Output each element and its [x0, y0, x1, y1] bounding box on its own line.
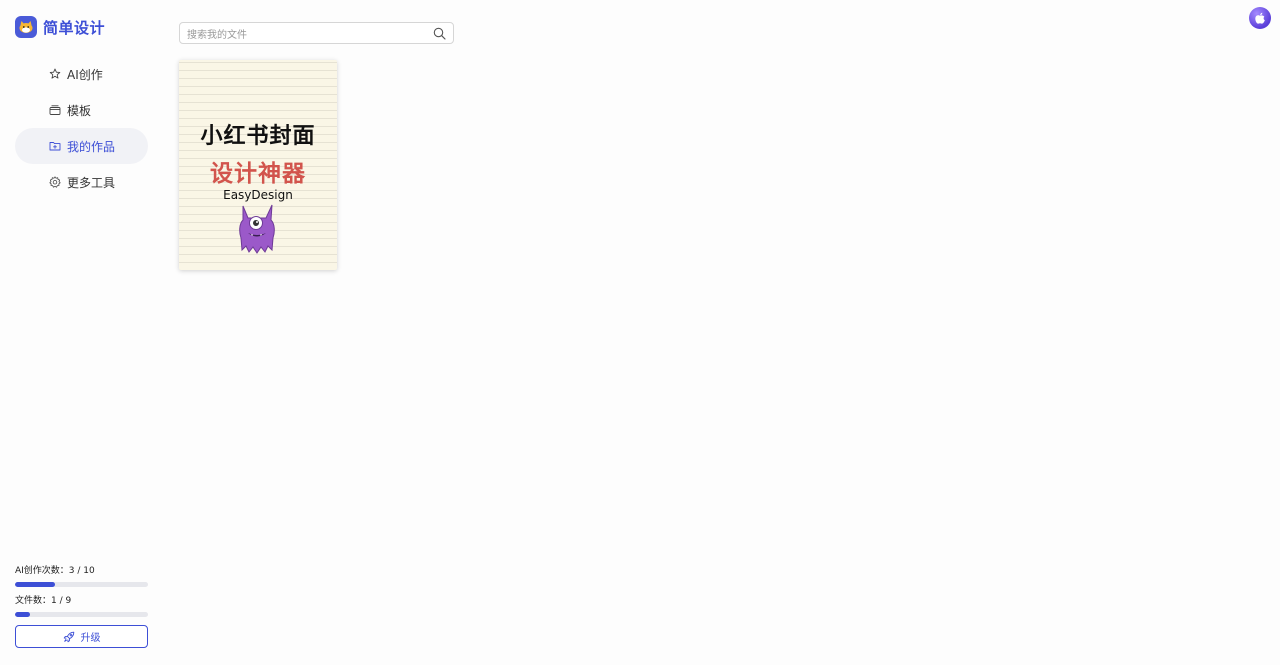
file-card[interactable]: 小红书封面 设计神器 EasyDesign [179, 60, 337, 270]
upgrade-label: 升级 [80, 633, 101, 644]
logo-icon [15, 16, 37, 38]
search-icon[interactable] [433, 27, 446, 40]
rocket-icon [63, 631, 74, 642]
ai-quota-bar-fill [15, 582, 55, 587]
app-name: 简单设计 [43, 18, 106, 37]
sidebar: 简单设计 AI创作 模板 我的作品 更多工具 AI创作次数：3 / 10 文件数… [0, 0, 160, 665]
folder-icon [49, 142, 61, 151]
apple-icon [1255, 12, 1265, 24]
files-quota-label: 文件数：1 / 9 [15, 596, 72, 606]
search-box [179, 22, 454, 46]
cover-brand: EasyDesign [223, 188, 293, 202]
nav-item-my-works[interactable]: 我的作品 [15, 128, 148, 164]
nav-label: 模板 [67, 103, 92, 118]
nav-label: 我的作品 [67, 139, 116, 154]
ai-quota-bar [15, 582, 148, 587]
files-quota-bar-fill [15, 612, 30, 617]
search-input[interactable] [180, 25, 427, 46]
star-icon [49, 68, 61, 79]
nav-item-more-tools[interactable]: 更多工具 [15, 164, 148, 200]
nav-label: AI创作 [67, 67, 103, 82]
template-icon [49, 105, 61, 115]
gear-icon [49, 176, 61, 188]
app-logo[interactable]: 简单设计 [15, 16, 105, 38]
nav-item-ai-create[interactable]: AI创作 [15, 56, 148, 92]
nav-item-templates[interactable]: 模板 [15, 92, 148, 128]
user-avatar[interactable] [1249, 7, 1271, 29]
monster-illustration [239, 204, 275, 254]
usage-quota: AI创作次数：3 / 10 文件数：1 / 9 升级 [15, 565, 148, 648]
nav-label: 更多工具 [67, 175, 116, 190]
ai-quota-label: AI创作次数：3 / 10 [15, 566, 95, 576]
upgrade-button[interactable]: 升级 [15, 625, 148, 648]
main-nav: AI创作 模板 我的作品 更多工具 [15, 56, 148, 200]
app-root: 简单设计 AI创作 模板 我的作品 更多工具 AI创作次数：3 / 10 文件数… [0, 0, 1280, 665]
files-quota-bar [15, 612, 148, 617]
cover-title-line1: 小红书封面 [200, 124, 316, 149]
cover-title-line2: 设计神器 [210, 161, 306, 187]
